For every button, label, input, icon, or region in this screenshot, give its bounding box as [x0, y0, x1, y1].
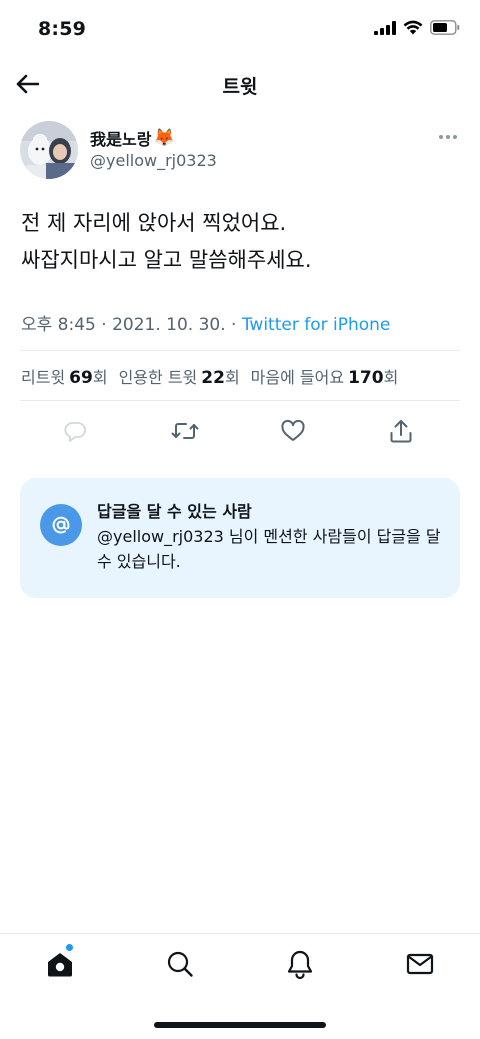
more-options-button[interactable]	[438, 128, 458, 144]
tab-messages[interactable]	[403, 947, 437, 981]
home-indicator[interactable]	[154, 1022, 326, 1028]
like-count[interactable]: 마음에 들어요 170 회	[251, 364, 399, 388]
tweet-timestamp[interactable]: 오후 8:45 · 2021. 10. 30. ·	[21, 315, 242, 335]
quote-count[interactable]: 인용한 트윗 22 회	[119, 364, 240, 388]
retweet-count[interactable]: 리트윗 69 회	[21, 364, 108, 388]
tweet-text: 전 제 자리에 앉아서 찍었어요. 싸잡지마시고 알고 말씀해주세요.	[21, 205, 461, 279]
avatar[interactable]	[20, 121, 78, 179]
author-name[interactable]: 我是노랑 🦊	[90, 126, 175, 150]
tab-home[interactable]	[43, 947, 77, 981]
tab-bar-divider	[0, 933, 480, 934]
divider	[20, 400, 460, 401]
tab-search[interactable]	[163, 947, 197, 981]
avatar-image	[20, 121, 78, 179]
fox-emoji: 🦊	[153, 127, 175, 148]
author-handle[interactable]: @yellow_rj0323	[90, 151, 217, 170]
divider	[20, 350, 460, 351]
status-bar: 8:59	[0, 0, 480, 58]
status-time: 8:59	[38, 18, 87, 40]
quote-label: 인용한 트윗	[118, 368, 198, 387]
retweet-number: 69	[69, 368, 93, 388]
quote-number: 22	[201, 368, 225, 388]
wifi-icon	[403, 20, 423, 35]
nav-header: 트윗	[0, 62, 480, 106]
reply-restriction-title: 답글을 달 수 있는 사람	[97, 502, 252, 521]
tweet-meta: 오후 8:45 · 2021. 10. 30. · Twitter for iP…	[21, 310, 390, 335]
page-title: 트윗	[222, 76, 258, 98]
reply-restriction-description: @yellow_rj0323 님이 멘션한 사람들이 답글을 달 수 있습니다.	[97, 527, 441, 571]
reply-icon	[64, 422, 86, 442]
like-number: 170	[348, 368, 384, 388]
retweet-button[interactable]	[170, 416, 200, 446]
retweet-suffix: 회	[92, 368, 108, 387]
search-icon	[167, 951, 193, 977]
share-icon	[390, 420, 412, 443]
mail-icon	[406, 953, 434, 975]
share-button[interactable]	[386, 416, 416, 446]
reply-restriction-card: 답글을 달 수 있는 사람 @yellow_rj0323 님이 멘션한 사람들이…	[20, 478, 460, 598]
mention-badge	[40, 504, 82, 546]
more-dots-icon	[439, 135, 457, 139]
tweet-actions	[0, 410, 480, 450]
tab-notifications[interactable]	[283, 947, 317, 981]
quote-suffix: 회	[224, 368, 240, 387]
bell-icon	[287, 950, 313, 979]
reply-button[interactable]	[60, 416, 90, 446]
at-icon	[52, 516, 70, 534]
signal-icon	[374, 20, 396, 35]
like-suffix: 회	[383, 368, 399, 387]
home-icon	[48, 953, 72, 977]
retweet-icon	[171, 423, 199, 439]
battery-icon	[430, 20, 460, 35]
tweet-text-line: 전 제 자리에 앉아서 찍었어요.	[21, 211, 287, 235]
retweet-label: 리트윗	[21, 368, 66, 387]
tweet-text-line: 싸잡지마시고 알고 말씀해주세요.	[21, 248, 312, 272]
heart-icon	[281, 419, 305, 441]
status-icons	[374, 20, 460, 35]
author-name-text: 我是노랑	[90, 130, 152, 149]
tweet-stats: 리트윗 69 회 인용한 트윗 22 회 마음에 들어요 170 회	[21, 364, 409, 388]
home-notification-dot	[66, 944, 73, 951]
tweet-source-link[interactable]: Twitter for iPhone	[242, 315, 391, 335]
like-button[interactable]	[278, 416, 308, 446]
like-label: 마음에 들어요	[250, 368, 345, 387]
